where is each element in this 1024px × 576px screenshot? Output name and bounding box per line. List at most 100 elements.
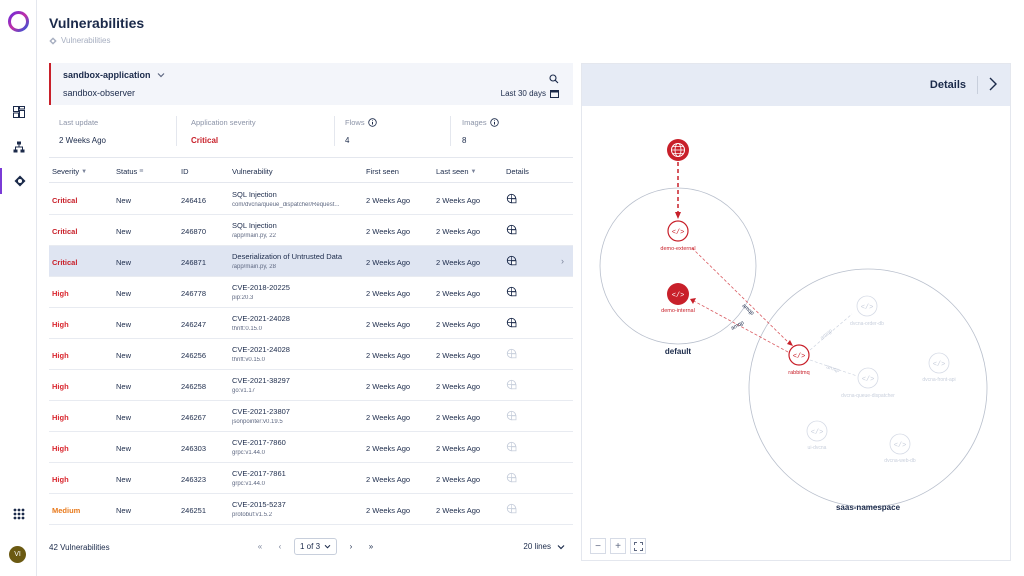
node-label: dvcna-front-api: [922, 377, 955, 383]
table-row[interactable]: High New 246258 CVE-2021-38297 go:v1.17 2 Wee…: [49, 370, 573, 401]
table-row[interactable]: Medium New 246251 CVE-2015-5237 protobuf:v1.…: [49, 494, 573, 525]
column-status[interactable]: Status ≡: [116, 167, 143, 176]
flow-details-icon[interactable]: [506, 224, 517, 237]
table-row[interactable]: High New 246267 CVE-2021-23807 jsonpointer:v…: [49, 401, 573, 432]
internet-globe-icon[interactable]: [667, 139, 689, 161]
node-demo-external[interactable]: </> demo-external: [660, 220, 696, 252]
last-seen-cell: 2 Weeks Ago: [436, 382, 481, 391]
id-cell: 246871: [181, 258, 207, 267]
lines-per-page-select[interactable]: 20 lines: [523, 542, 565, 551]
nav-vulnerabilities-icon[interactable]: [0, 168, 37, 194]
nav-integrations-icon[interactable]: [0, 501, 37, 527]
severity-cell: Critical: [52, 196, 78, 205]
node-ui-dvcna[interactable]: </> ui-dvcna: [806, 420, 828, 451]
nav-dashboard-icon[interactable]: [0, 99, 37, 125]
first-seen-cell: 2 Weeks Ago: [366, 227, 411, 236]
vulnerability-location: pip:20.3: [232, 295, 254, 301]
zoom-out-button[interactable]: −: [590, 538, 606, 554]
table-row[interactable]: High New 246778 CVE-2018-20225 pip:20.3 2 Wee…: [49, 277, 573, 308]
next-page-button[interactable]: ›: [345, 542, 357, 551]
app-logo-icon[interactable]: [7, 10, 30, 33]
flow-details-icon[interactable]: [506, 193, 517, 206]
id-cell: 246323: [181, 475, 207, 484]
last-seen-cell: 2 Weeks Ago: [436, 258, 481, 267]
flow-details-icon: [506, 503, 517, 516]
namespace-label: saas-namespace: [836, 503, 901, 512]
severity-cell: High: [52, 413, 69, 422]
first-seen-cell: 2 Weeks Ago: [366, 506, 411, 515]
vulnerability-name: CVE-2021-24028: [232, 314, 290, 323]
table-row[interactable]: High New 246247 CVE-2021-24028 thrift:0.15.0…: [49, 308, 573, 339]
details-header: Details: [582, 64, 1010, 106]
zoom-in-button[interactable]: +: [610, 538, 626, 554]
chevron-right-icon: ›: [561, 256, 564, 266]
vulnerabilities-table: Severity ▼ Status ≡ ID Vulnerability First…: [49, 157, 573, 525]
column-severity[interactable]: Severity ▼: [52, 167, 87, 176]
zoom-controls: − +: [590, 538, 646, 554]
topology-graph[interactable]: default saas-namespace amqp amqp amqp am…: [582, 106, 1011, 561]
node-dvcna-queue-dispatcher[interactable]: </> dvcna-queue-dispatcher: [841, 367, 895, 399]
status-cell: New: [116, 382, 132, 391]
user-avatar[interactable]: VI: [9, 546, 26, 563]
fit-screen-button[interactable]: [630, 538, 646, 554]
last-seen-cell: 2 Weeks Ago: [436, 320, 481, 329]
node-dvcna-order-db[interactable]: </> dvcna-order-db: [850, 295, 884, 327]
node-dvcna-web-db[interactable]: </> dvcna-web-db: [884, 433, 916, 464]
severity-cell: High: [52, 444, 69, 453]
table-row[interactable]: High New 246256 CVE-2021-24028 thrift:v0.15.…: [49, 339, 573, 370]
status-cell: New: [116, 289, 132, 298]
code-icon: </>: [672, 229, 685, 237]
first-seen-cell: 2 Weeks Ago: [366, 196, 411, 205]
node-demo-internal[interactable]: </> demo-internal: [661, 283, 695, 314]
code-icon: </>: [862, 376, 875, 384]
page-select[interactable]: 1 of 3: [294, 538, 338, 555]
date-range-picker[interactable]: Last 30 days: [501, 89, 559, 98]
last-page-button[interactable]: »: [365, 542, 377, 551]
vulnerability-location: /app/main.py, 22: [232, 233, 276, 239]
breadcrumb-item[interactable]: Vulnerabilities: [61, 36, 111, 45]
page-title: Vulnerabilities: [49, 15, 145, 31]
flow-details-icon[interactable]: [506, 317, 517, 330]
status-cell: New: [116, 506, 132, 515]
last-seen-cell: 2 Weeks Ago: [436, 413, 481, 422]
node-dvcna-front-api[interactable]: </> dvcna-front-api: [922, 352, 956, 383]
edge-arrow: [690, 298, 696, 304]
last-seen-cell: 2 Weeks Ago: [436, 506, 481, 515]
last-seen-cell: 2 Weeks Ago: [436, 196, 481, 205]
vulnerability-name: CVE-2021-23807: [232, 407, 290, 416]
status-cell: New: [116, 320, 132, 329]
prev-page-button[interactable]: ‹: [274, 542, 286, 551]
flow-details-icon: [506, 441, 517, 454]
flow-details-icon[interactable]: [506, 255, 517, 268]
column-last-seen[interactable]: Last seen ▼: [436, 167, 476, 176]
table-row[interactable]: Critical New 246870 SQL Injection/app/main.…: [49, 215, 573, 246]
flow-details-icon[interactable]: [506, 286, 517, 299]
table-row[interactable]: Critical New 246871 Deserialization of Untr…: [49, 246, 573, 277]
severity-cell: Critical: [52, 227, 78, 236]
table-row[interactable]: High New 246323 CVE-2017-7861 grpc:v1.44.0 2 …: [49, 463, 573, 494]
stat-flows: Flows 4: [345, 113, 377, 149]
column-vulnerability[interactable]: Vulnerability: [232, 167, 273, 176]
info-icon[interactable]: [489, 118, 499, 127]
severity-cell: High: [52, 382, 69, 391]
node-rabbitmq[interactable]: </> rabbitmq: [788, 344, 810, 376]
node-label: demo-external: [660, 246, 695, 252]
code-icon: </>: [861, 304, 874, 312]
vulnerability-location: thrift:v0.15.0: [232, 357, 266, 363]
table-row[interactable]: High New 246303 CVE-2017-7860 grpc:v1.44.0 2 …: [49, 432, 573, 463]
search-icon[interactable]: [549, 71, 559, 89]
column-first-seen[interactable]: First seen: [366, 167, 399, 176]
table-row[interactable]: Critical New 246416 SQL Injection com/dvcna/…: [49, 184, 573, 215]
edge-label: amqp: [825, 364, 840, 374]
nav-topology-icon[interactable]: [0, 134, 37, 160]
stat-divider: [450, 116, 451, 146]
info-icon[interactable]: [367, 118, 377, 127]
status-cell: New: [116, 475, 132, 484]
code-icon: </>: [793, 353, 806, 361]
collapse-panel-icon[interactable]: [988, 76, 998, 97]
column-id[interactable]: ID: [181, 167, 189, 176]
node-label: ui-dvcna: [808, 445, 827, 451]
vulnerability-count: 42 Vulnerabilities: [49, 543, 110, 552]
first-page-button[interactable]: «: [254, 542, 266, 551]
application-dropdown[interactable]: sandbox-application: [63, 70, 165, 80]
